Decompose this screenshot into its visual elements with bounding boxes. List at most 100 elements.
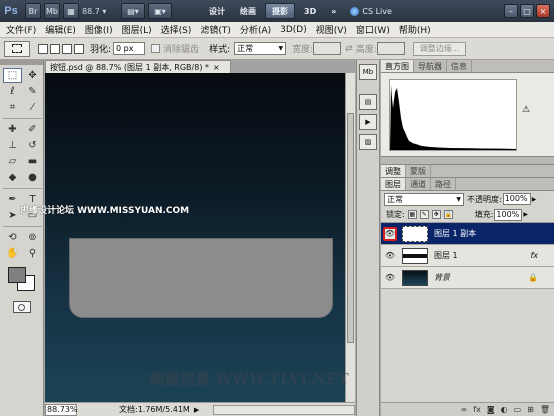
minimize-button[interactable]: – xyxy=(504,4,518,18)
link-layers-icon[interactable]: ∞ xyxy=(461,405,468,414)
zoom-level-dropdown[interactable]: 88.7 ▾ xyxy=(82,7,118,16)
menu-help[interactable]: 帮助(H) xyxy=(399,23,431,36)
actions-panel-icon[interactable]: ▶ xyxy=(359,114,377,130)
menu-analysis[interactable]: 分析(A) xyxy=(240,23,271,36)
workspace-3d[interactable]: 3D xyxy=(298,3,322,19)
quick-mask-button[interactable] xyxy=(12,301,31,313)
delete-layer-icon[interactable]: 🗑 xyxy=(540,405,550,414)
fill-slider-icon[interactable]: ▶ xyxy=(523,211,528,218)
menu-view[interactable]: 视图(V) xyxy=(316,23,347,36)
hand-tool-icon[interactable]: ✋ xyxy=(3,246,22,261)
blur-tool-icon[interactable]: ◆ xyxy=(3,170,22,185)
width-input[interactable] xyxy=(313,42,342,55)
workspace-photography[interactable]: 摄影 xyxy=(265,3,295,19)
mini-bridge-button[interactable]: Mb xyxy=(44,3,60,19)
refine-edge-button[interactable]: 调整边缘... xyxy=(412,41,467,56)
lock-position-icon[interactable]: ✥ xyxy=(431,210,441,219)
opacity-slider-icon[interactable]: ▶ xyxy=(532,196,537,203)
zoom-status-field[interactable]: 88.73% xyxy=(45,403,78,416)
visibility-eye-icon[interactable]: 👁 xyxy=(383,271,397,285)
status-menu-arrow-icon[interactable]: ▶ xyxy=(194,406,199,414)
move-tool-icon[interactable]: ✥ xyxy=(23,68,42,83)
horizontal-scrollbar[interactable] xyxy=(213,404,355,415)
subtract-selection-icon[interactable] xyxy=(62,43,72,54)
fill-input[interactable]: 100% xyxy=(494,208,523,221)
crop-tool-icon[interactable]: ⌗ xyxy=(3,100,22,115)
workspace-design[interactable]: 设计 xyxy=(203,3,231,19)
quick-selection-tool-icon[interactable]: ✎ xyxy=(23,84,42,99)
layer-effects-icon[interactable]: fx xyxy=(530,251,538,260)
tool-preset-picker[interactable] xyxy=(4,40,30,57)
scroll-thumb[interactable] xyxy=(347,113,354,343)
lock-transparent-icon[interactable]: ▦ xyxy=(407,210,417,219)
new-selection-icon[interactable] xyxy=(38,43,48,54)
maximize-button[interactable]: □ xyxy=(520,4,534,18)
tab-channels[interactable]: 通道 xyxy=(406,178,431,190)
layer-row-background[interactable]: 👁 背景 🔒 xyxy=(381,267,554,289)
foreground-color-swatch[interactable] xyxy=(8,267,26,283)
eraser-tool-icon[interactable]: ▱ xyxy=(3,154,22,169)
menu-3d[interactable]: 3D(D) xyxy=(280,25,307,35)
lasso-tool-icon[interactable]: ℓ xyxy=(3,84,22,99)
add-selection-icon[interactable] xyxy=(50,43,60,54)
intersect-selection-icon[interactable] xyxy=(74,43,84,54)
history-brush-tool-icon[interactable]: ↺ xyxy=(23,138,42,153)
spot-healing-tool-icon[interactable]: ✚ xyxy=(3,122,22,137)
cs-live-button[interactable]: CS Live xyxy=(350,6,392,16)
document-tab[interactable]: 按钮.psd @ 88.7% (图层 1 副本, RGB/8) * × xyxy=(45,60,231,73)
rectangular-marquee-tool-icon[interactable]: ⬚ xyxy=(3,68,22,83)
add-style-icon[interactable]: fx xyxy=(473,405,481,414)
zoom-tool-icon[interactable]: ⚲ xyxy=(23,246,42,261)
menu-filter[interactable]: 滤镜(T) xyxy=(200,23,231,36)
height-input[interactable] xyxy=(376,42,405,55)
workspace-painting[interactable]: 绘画 xyxy=(234,3,262,19)
tab-histogram[interactable]: 直方图 xyxy=(381,60,414,72)
more-workspaces-button[interactable]: » xyxy=(325,3,342,19)
view-extras-button[interactable]: ▦ xyxy=(63,3,79,19)
menu-window[interactable]: 窗口(W) xyxy=(356,23,390,36)
lock-image-icon[interactable]: ✎ xyxy=(419,210,429,219)
screen-mode-button[interactable]: ▣▾ xyxy=(148,3,172,19)
adjustment-layer-icon[interactable]: ◐ xyxy=(501,405,508,414)
feather-input[interactable] xyxy=(113,42,146,55)
tab-layers[interactable]: 图层 xyxy=(381,178,406,190)
bridge-button[interactable]: Br xyxy=(25,3,41,19)
menu-edit[interactable]: 编辑(E) xyxy=(45,23,76,36)
clone-stamp-tool-icon[interactable]: ⊥ xyxy=(3,138,22,153)
new-layer-icon[interactable]: ⊞ xyxy=(527,405,534,414)
canvas[interactable] xyxy=(45,73,345,402)
gradient-tool-icon[interactable]: ▬ xyxy=(23,154,42,169)
arrange-documents-button[interactable]: ▤▾ xyxy=(121,3,145,19)
tab-info[interactable]: 信息 xyxy=(447,60,472,72)
close-document-icon[interactable]: × xyxy=(213,63,220,72)
menu-file[interactable]: 文件(F) xyxy=(6,23,36,36)
antialias-checkbox[interactable] xyxy=(151,44,161,53)
3d-orbit-tool-icon[interactable]: ⊚ xyxy=(23,230,42,245)
vertical-scrollbar[interactable] xyxy=(345,73,355,402)
close-button[interactable]: × xyxy=(536,4,550,18)
history-panel-icon[interactable]: ▤ xyxy=(359,94,377,110)
swap-icon[interactable]: ⇄ xyxy=(345,44,353,54)
tab-navigator[interactable]: 导航器 xyxy=(414,60,447,72)
tab-paths[interactable]: 路径 xyxy=(431,178,456,190)
lock-all-icon[interactable]: 🔒 xyxy=(443,210,453,219)
tab-masks[interactable]: 蒙版 xyxy=(406,165,431,177)
layer-row-copy[interactable]: 👁 图层 1 副本 xyxy=(381,223,554,245)
dodge-tool-icon[interactable]: ● xyxy=(23,170,42,185)
brush-presets-panel-icon[interactable]: ▨ xyxy=(359,134,377,150)
opacity-input[interactable]: 100% xyxy=(502,193,531,205)
add-mask-icon[interactable]: ◙ xyxy=(487,405,495,414)
blend-mode-select[interactable]: 正常 ▼ xyxy=(384,192,464,206)
mini-bridge-panel-icon[interactable]: Mb xyxy=(359,64,377,80)
visibility-eye-icon[interactable]: 👁 xyxy=(383,249,397,263)
style-select[interactable]: 正常 ▼ xyxy=(234,42,287,55)
menu-image[interactable]: 图像(I) xyxy=(85,23,113,36)
layer-row-1[interactable]: 👁 图层 1 fx xyxy=(381,245,554,267)
eyedropper-tool-icon[interactable]: ⁄ xyxy=(23,100,42,115)
new-group-icon[interactable]: ▭ xyxy=(514,405,522,414)
menu-layer[interactable]: 图层(L) xyxy=(122,23,152,36)
tab-adjustments[interactable]: 调整 xyxy=(381,165,406,177)
visibility-eye-icon[interactable]: 👁 xyxy=(383,226,397,241)
histogram-warning-icon[interactable]: ⚠ xyxy=(522,105,530,115)
menu-select[interactable]: 选择(S) xyxy=(161,23,192,36)
